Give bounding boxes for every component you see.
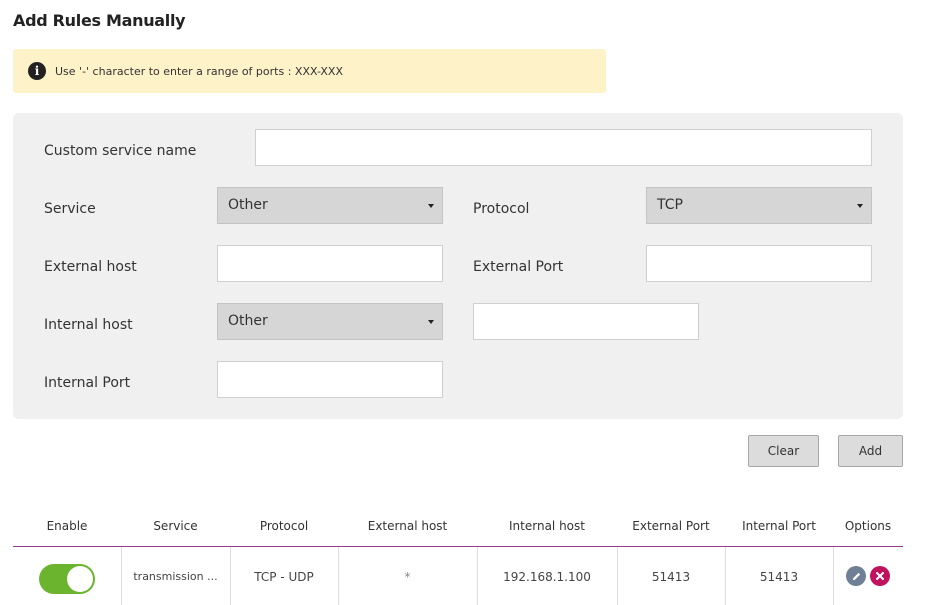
caret-down-icon [857, 204, 863, 208]
external-host-label: External host [44, 259, 137, 275]
info-banner: i Use '-' character to enter a range of … [13, 49, 606, 93]
th-options: Options [844, 519, 892, 533]
custom-service-name-label: Custom service name [44, 143, 197, 159]
protocol-label: Protocol [473, 201, 530, 217]
internal-host-input[interactable] [473, 303, 699, 340]
pencil-icon [852, 572, 860, 580]
cell-external-host: * [404, 570, 411, 584]
th-internal-host: Internal host [509, 519, 585, 533]
th-protocol: Protocol [259, 519, 309, 533]
th-internal-port: Internal Port [742, 519, 816, 533]
th-external-host: External host [367, 519, 448, 533]
info-text: Use '-' character to enter a range of po… [55, 64, 343, 78]
protocol-select-value: TCP [657, 197, 683, 213]
internal-port-label: Internal Port [44, 375, 131, 391]
close-icon [876, 572, 884, 580]
th-external-port: External Port [632, 519, 710, 533]
add-button[interactable]: Add [838, 435, 903, 467]
service-select[interactable]: Other [217, 187, 443, 224]
enable-toggle[interactable] [39, 564, 95, 594]
protocol-select[interactable]: TCP [646, 187, 872, 224]
rule-form: Custom service name Service Other Protoc… [13, 113, 903, 419]
cell-internal-port: 51413 [759, 570, 799, 584]
table-header-divider [13, 546, 903, 547]
page-title: Add Rules Manually [13, 11, 186, 30]
internal-port-input[interactable] [217, 361, 443, 398]
cell-service: transmission ... [133, 570, 218, 583]
caret-down-icon [428, 204, 434, 208]
th-enable: Enable [46, 519, 88, 533]
external-host-input[interactable] [217, 245, 443, 282]
clear-button[interactable]: Clear [748, 435, 819, 467]
delete-button[interactable] [870, 566, 890, 586]
cell-protocol: TCP - UDP [254, 570, 314, 584]
edit-button[interactable] [846, 566, 866, 586]
internal-host-label: Internal host [44, 317, 133, 333]
service-label: Service [44, 201, 96, 217]
column-divider [833, 547, 834, 605]
page: Add Rules Manually i Use '-' character t… [0, 0, 931, 605]
toggle-knob [67, 566, 93, 592]
caret-down-icon [428, 320, 434, 324]
external-port-input[interactable] [646, 245, 872, 282]
th-service: Service [153, 519, 198, 533]
cell-external-port: 51413 [651, 570, 691, 584]
custom-service-name-input[interactable] [255, 129, 872, 166]
service-select-value: Other [228, 197, 268, 213]
cell-internal-host: 192.168.1.100 [503, 570, 591, 584]
internal-host-select-value: Other [228, 313, 268, 329]
external-port-label: External Port [473, 259, 564, 275]
info-icon: i [28, 62, 46, 80]
internal-host-select[interactable]: Other [217, 303, 443, 340]
